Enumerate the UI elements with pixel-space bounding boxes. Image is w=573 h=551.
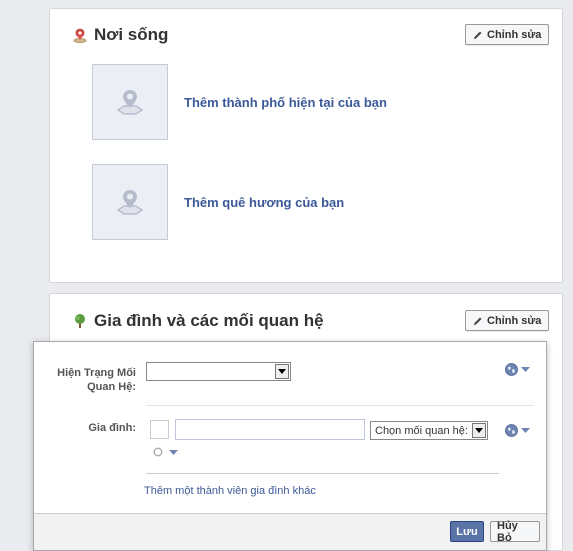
chevron-down-icon: [275, 364, 289, 379]
relationship-status-select[interactable]: [146, 362, 291, 381]
save-button[interactable]: Lưu: [450, 521, 484, 542]
chevron-down-icon: [472, 423, 486, 438]
map-marker-icon: [114, 86, 146, 118]
family-member-name-input[interactable]: [175, 419, 365, 440]
map-marker-icon: [114, 186, 146, 218]
living-section-title: Nơi sống: [72, 25, 168, 45]
pencil-icon: [473, 30, 483, 40]
family-section-title: Gia đình và các mối quan hệ: [72, 311, 324, 331]
family-member-label: Gia đình:: [88, 422, 136, 434]
living-edit-button[interactable]: Chỉnh sửa: [465, 24, 550, 45]
family-member-photo-placeholder: [150, 420, 169, 439]
family-privacy-selector[interactable]: [505, 424, 530, 437]
family-edit-button[interactable]: Chỉnh sửa: [465, 310, 550, 331]
living-edit-label: Chỉnh sửa: [487, 28, 542, 41]
family-edit-form: Hiện Trạng Mối Quan Hệ: Gia đình: Chọn m…: [33, 341, 547, 551]
form-divider: [146, 405, 534, 406]
form-footer: Lưu Hủy Bỏ: [34, 513, 546, 550]
current-city-thumbnail[interactable]: [92, 64, 168, 140]
add-hometown-link[interactable]: Thêm quê hương của bạn: [184, 195, 344, 210]
globe-icon: [505, 363, 518, 376]
tree-icon: [72, 313, 88, 329]
family-relation-select[interactable]: Chọn mối quan hệ:: [370, 421, 488, 440]
family-edit-label: Chỉnh sửa: [487, 314, 542, 327]
pencil-icon: [473, 316, 483, 326]
chevron-down-icon: [169, 449, 178, 455]
relationship-status-label: Hiện Trạng Mối Quan Hệ:: [57, 367, 136, 393]
hometown-thumbnail[interactable]: [92, 164, 168, 240]
map-pin-icon: [72, 27, 88, 43]
living-section: Nơi sống Chỉnh sửa Thêm thành phố hiện t…: [49, 8, 563, 283]
add-family-member-link[interactable]: Thêm một thành viên gia đình khác: [144, 485, 316, 497]
circle-icon: [153, 447, 163, 457]
family-member-privacy-toggle[interactable]: [153, 447, 178, 457]
family-relation-value: Chọn mối quan hệ:: [375, 424, 468, 437]
living-title-text: Nơi sống: [94, 25, 169, 44]
chevron-down-icon: [521, 367, 530, 372]
add-current-city-link[interactable]: Thêm thành phố hiện tại của bạn: [184, 95, 387, 110]
chevron-down-icon: [521, 428, 530, 433]
family-title-text: Gia đình và các mối quan hệ: [94, 311, 324, 330]
form-divider: [146, 473, 499, 474]
relationship-privacy-selector[interactable]: [505, 363, 530, 376]
globe-icon: [505, 424, 518, 437]
cancel-button[interactable]: Hủy Bỏ: [490, 520, 540, 544]
